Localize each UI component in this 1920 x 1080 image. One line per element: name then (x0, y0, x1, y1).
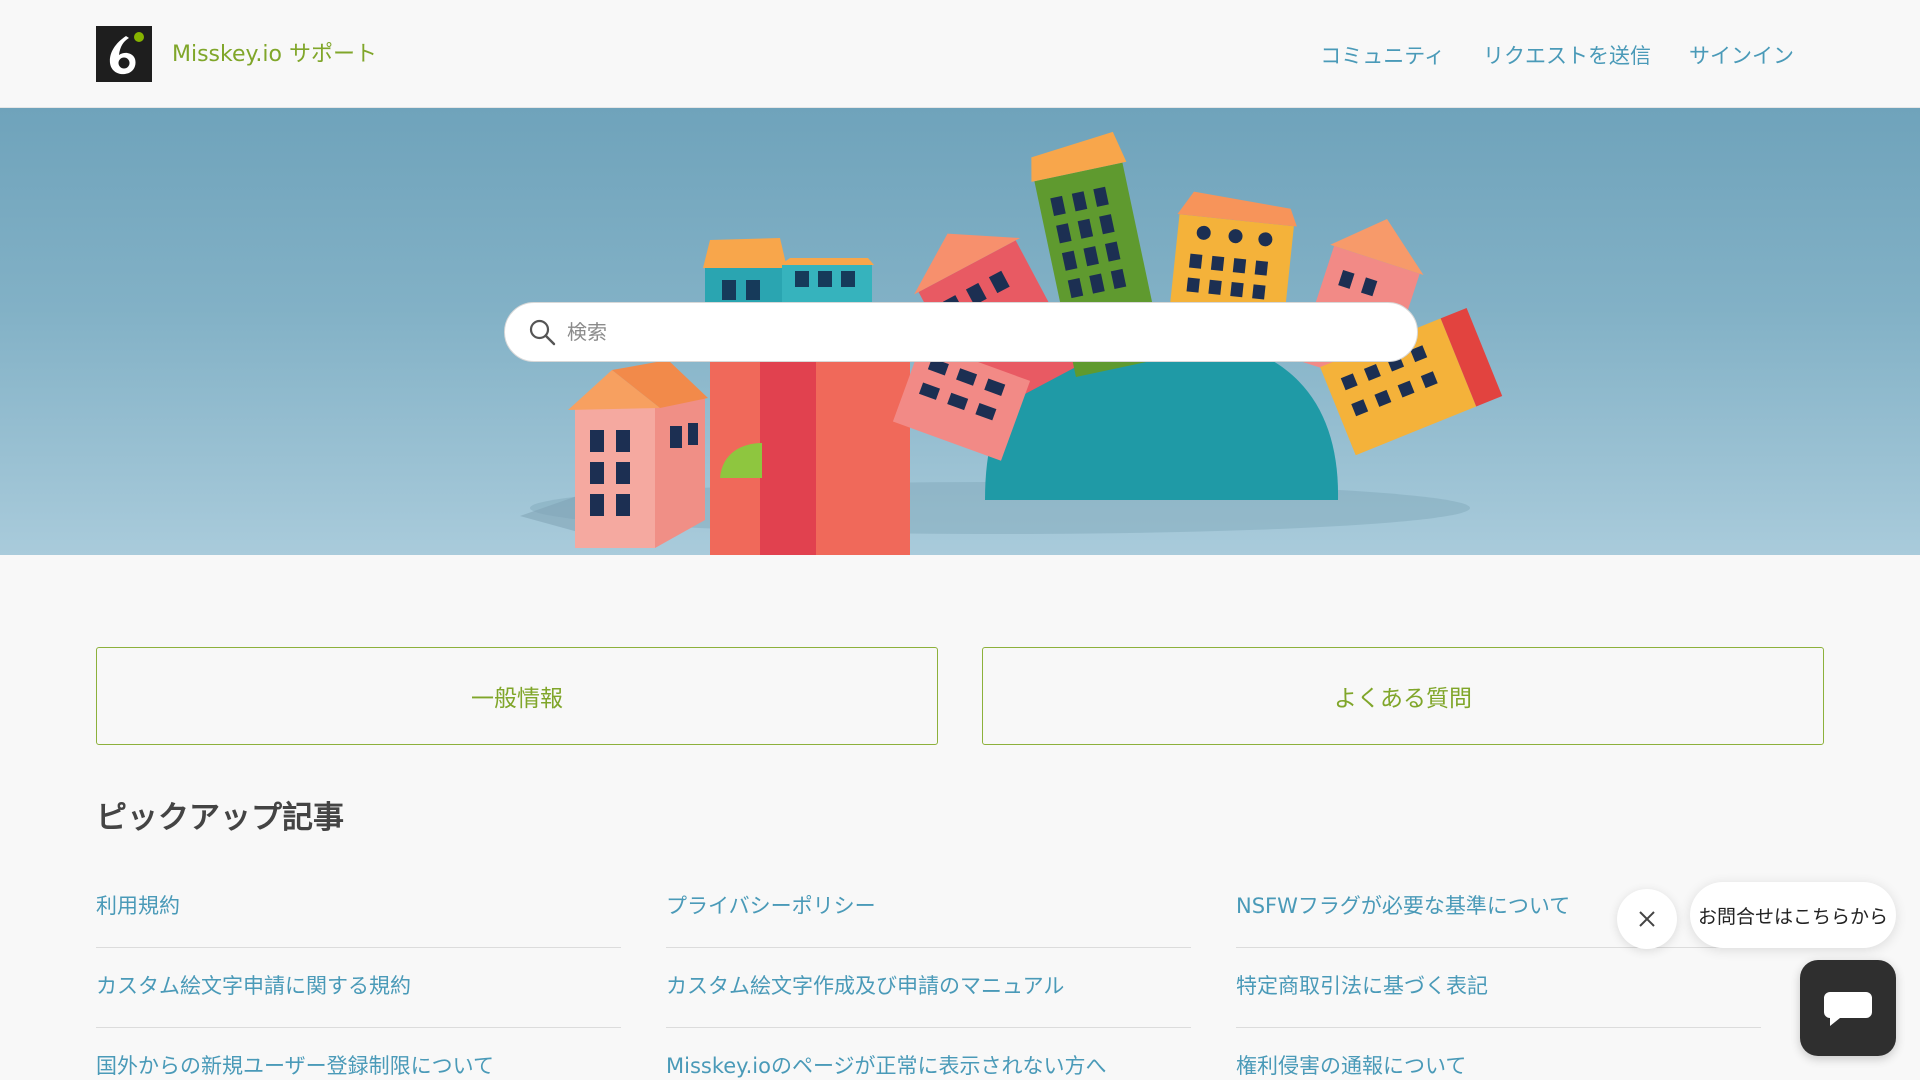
article-link[interactable]: プライバシーポリシー (666, 868, 1191, 948)
search-input[interactable] (567, 312, 1417, 352)
nav-signin-link[interactable]: サインイン (1689, 40, 1794, 70)
chat-prompt-bubble[interactable]: お問合せはこちらから (1690, 882, 1896, 948)
article-link[interactable]: カスタム絵文字申請に関する規約 (96, 948, 621, 1028)
article-link-label: 国外からの新規ユーザー登録制限について (96, 1054, 494, 1078)
article-link-label: NSFWフラグが必要な基準について (1236, 894, 1571, 918)
article-link[interactable]: 権利侵害の通報について (1236, 1028, 1761, 1080)
category-faq[interactable]: よくある質問 (982, 647, 1824, 745)
nav-submit-request-link[interactable]: リクエストを送信 (1483, 40, 1651, 70)
article-link-label: カスタム絵文字作成及び申請のマニュアル (666, 974, 1065, 998)
category-faq-label: よくある質問 (1334, 686, 1472, 712)
article-link[interactable]: NSFWフラグが必要な基準について (1236, 868, 1761, 948)
brand-name[interactable]: Misskey.io サポート (172, 36, 377, 68)
category-general-info[interactable]: 一般情報 (96, 647, 938, 745)
article-link[interactable]: 国外からの新規ユーザー登録制限について (96, 1028, 621, 1080)
article-link-label: プライバシーポリシー (666, 894, 876, 918)
pickup-column-2: プライバシーポリシー カスタム絵文字作成及び申請のマニュアル Misskey.i… (666, 868, 1191, 1080)
article-link-label: カスタム絵文字申請に関する規約 (96, 974, 411, 998)
article-link-label: 特定商取引法に基づく表記 (1236, 974, 1488, 998)
article-link[interactable]: カスタム絵文字作成及び申請のマニュアル (666, 948, 1191, 1028)
category-general-info-label: 一般情報 (471, 686, 563, 712)
chat-launcher-button[interactable] (1800, 960, 1896, 1056)
nav-community-link[interactable]: コミュニティ (1320, 40, 1445, 70)
article-link-label: 利用規約 (96, 894, 180, 918)
chat-icon (1824, 992, 1872, 1026)
chat-close-button[interactable] (1617, 889, 1677, 949)
pickup-section-title: ピックアップ記事 (96, 800, 344, 836)
article-link[interactable]: 利用規約 (96, 868, 621, 948)
header-nav: コミュニティ リクエストを送信 サインイン (1320, 40, 1794, 70)
close-icon (1639, 911, 1655, 927)
search-bar[interactable] (504, 302, 1418, 362)
site-header: Misskey.io サポート コミュニティ リクエストを送信 サインイン (0, 0, 1920, 108)
hero-banner (0, 108, 1920, 555)
misskey-logo-icon[interactable] (96, 26, 152, 82)
article-link-label: 権利侵害の通報について (1236, 1054, 1467, 1078)
pickup-column-3: NSFWフラグが必要な基準について 特定商取引法に基づく表記 権利侵害の通報につ… (1236, 868, 1761, 1080)
chat-prompt-label: お問合せはこちらから (1697, 905, 1888, 928)
pickup-column-1: 利用規約 カスタム絵文字申請に関する規約 国外からの新規ユーザー登録制限について (96, 868, 621, 1080)
article-link-label: Misskey.ioのページが正常に表示されない方へ (666, 1054, 1107, 1078)
article-link[interactable]: 特定商取引法に基づく表記 (1236, 948, 1761, 1028)
article-link[interactable]: Misskey.ioのページが正常に表示されない方へ (666, 1028, 1191, 1080)
search-icon (529, 319, 556, 346)
